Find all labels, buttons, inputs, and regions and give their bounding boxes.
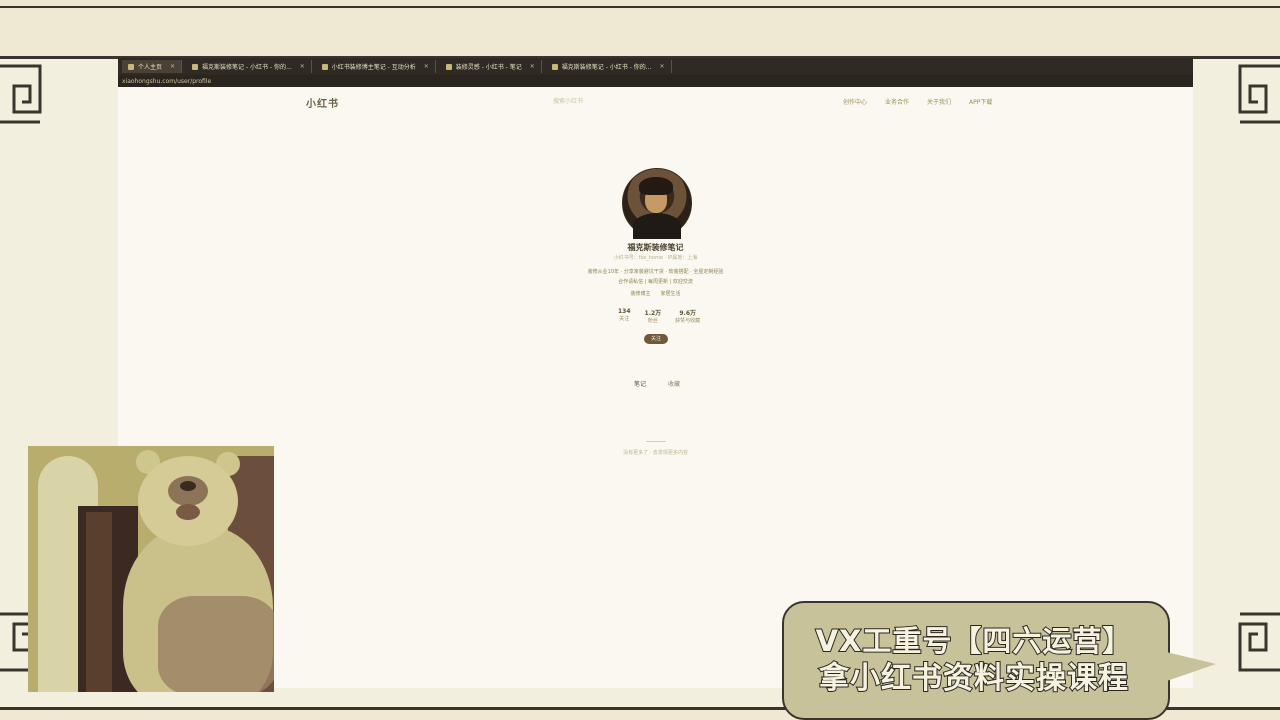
- page-content: 小红书 搜索小红书 创作中心 业务合作 关于我们 APP下载 福克斯装修笔记 小…: [118, 87, 1193, 688]
- url-text[interactable]: xiaohongshu.com/user/profile: [122, 78, 211, 85]
- site-header: 小红书 搜索小红书 创作中心 业务合作 关于我们 APP下载: [118, 87, 1193, 117]
- browser-tab[interactable]: 福克斯装修笔记 - 小红书 - 你的... ✕: [546, 60, 672, 73]
- browser-tab[interactable]: 装修灵感 - 小红书 - 笔记 ✕: [440, 60, 542, 73]
- stat-followers[interactable]: 1.2万 粉丝: [645, 308, 662, 324]
- tab-label: 福克斯装修笔记 - 小红书 - 你的...: [202, 64, 292, 71]
- profile-username: 福克斯装修笔记: [627, 243, 684, 252]
- favicon-icon: [128, 63, 134, 70]
- profile-tabs: 笔记 收藏: [634, 379, 680, 388]
- avatar[interactable]: [622, 168, 692, 239]
- tab-label: 装修灵感 - 小红书 - 笔记: [455, 64, 522, 71]
- promo-text: 拿小红书资料实操课程: [818, 660, 1129, 697]
- browser-tab[interactable]: 小红书装修博主笔记 - 互动分析 ✕: [316, 60, 436, 73]
- close-icon[interactable]: ✕: [659, 63, 664, 70]
- frame-corner-ornament: [0, 62, 44, 152]
- close-icon[interactable]: ✕: [170, 63, 175, 70]
- profile-tag: 装修博主: [630, 291, 651, 297]
- profile-bio: 装修从业10年 · 分享家装避坑干货 · 软装搭配 · 全屋定制经验: [587, 269, 724, 275]
- tab-label: 福克斯装修笔记 - 小红书 - 你的...: [561, 64, 652, 71]
- divider: [646, 441, 666, 442]
- close-icon[interactable]: ✕: [530, 63, 535, 70]
- nav-link-download[interactable]: APP下载: [969, 97, 992, 106]
- speech-bubble-tail: [1158, 650, 1216, 684]
- browser-tab[interactable]: 个人主页 ✕: [122, 60, 183, 73]
- site-logo[interactable]: 小红书: [306, 95, 339, 110]
- decorative-frame-top: [0, 0, 1280, 59]
- tab-label: 小红书装修博主笔记 - 互动分析: [331, 64, 416, 71]
- browser-window: 个人主页 ✕ 福克斯装修笔记 - 小红书 - 你的... ✕ 小红书装修博主笔记…: [118, 58, 1193, 688]
- address-bar[interactable]: xiaohongshu.com/user/profile: [118, 75, 1193, 87]
- end-of-list-text: 没有更多了 · 去发现更多内容: [623, 450, 688, 456]
- favicon-icon: [321, 63, 328, 70]
- nav-link-about[interactable]: 关于我们: [927, 97, 951, 106]
- profile-tags: 装修博主 家居生活: [118, 290, 1193, 297]
- profile-bio: 合作请私信 | 每周更新 | 欢迎交流: [618, 279, 693, 285]
- frame-corner-ornament: [1236, 584, 1280, 674]
- browser-tab[interactable]: 福克斯装修笔记 - 小红书 - 你的... ✕: [186, 60, 312, 73]
- nav-link-business[interactable]: 业务合作: [885, 97, 909, 106]
- favicon-icon: [551, 63, 558, 70]
- favicon-icon: [445, 63, 452, 70]
- stat-following[interactable]: 134 关注: [618, 308, 631, 324]
- tab-notes[interactable]: 笔记: [634, 379, 646, 388]
- follow-button[interactable]: 关注: [644, 334, 668, 344]
- close-icon[interactable]: ✕: [424, 63, 429, 70]
- tab-bar: 个人主页 ✕ 福克斯装修笔记 - 小红书 - 你的... ✕ 小红书装修博主笔记…: [118, 58, 1193, 75]
- close-icon[interactable]: ✕: [300, 63, 305, 70]
- profile-user-id: 小红书号：fox_home · IP属地：上海: [613, 255, 698, 261]
- profile-tag: 家居生活: [660, 291, 681, 297]
- tab-collections[interactable]: 收藏: [668, 379, 680, 388]
- favicon-icon: [192, 63, 199, 70]
- stat-likes: 9.6万 获赞与收藏: [675, 310, 701, 324]
- webcam-overlay: [28, 446, 274, 692]
- nav-link-creator[interactable]: 创作中心: [843, 97, 867, 106]
- profile-stats: 134 关注 1.2万 粉丝 9.6万 获赞与收藏: [618, 308, 700, 324]
- top-nav: 创作中心 业务合作 关于我们 APP下载: [843, 97, 992, 106]
- tab-label: 个人主页: [138, 64, 163, 71]
- frame-corner-ornament: [1236, 62, 1280, 152]
- search-input[interactable]: 搜索小红书: [553, 96, 583, 105]
